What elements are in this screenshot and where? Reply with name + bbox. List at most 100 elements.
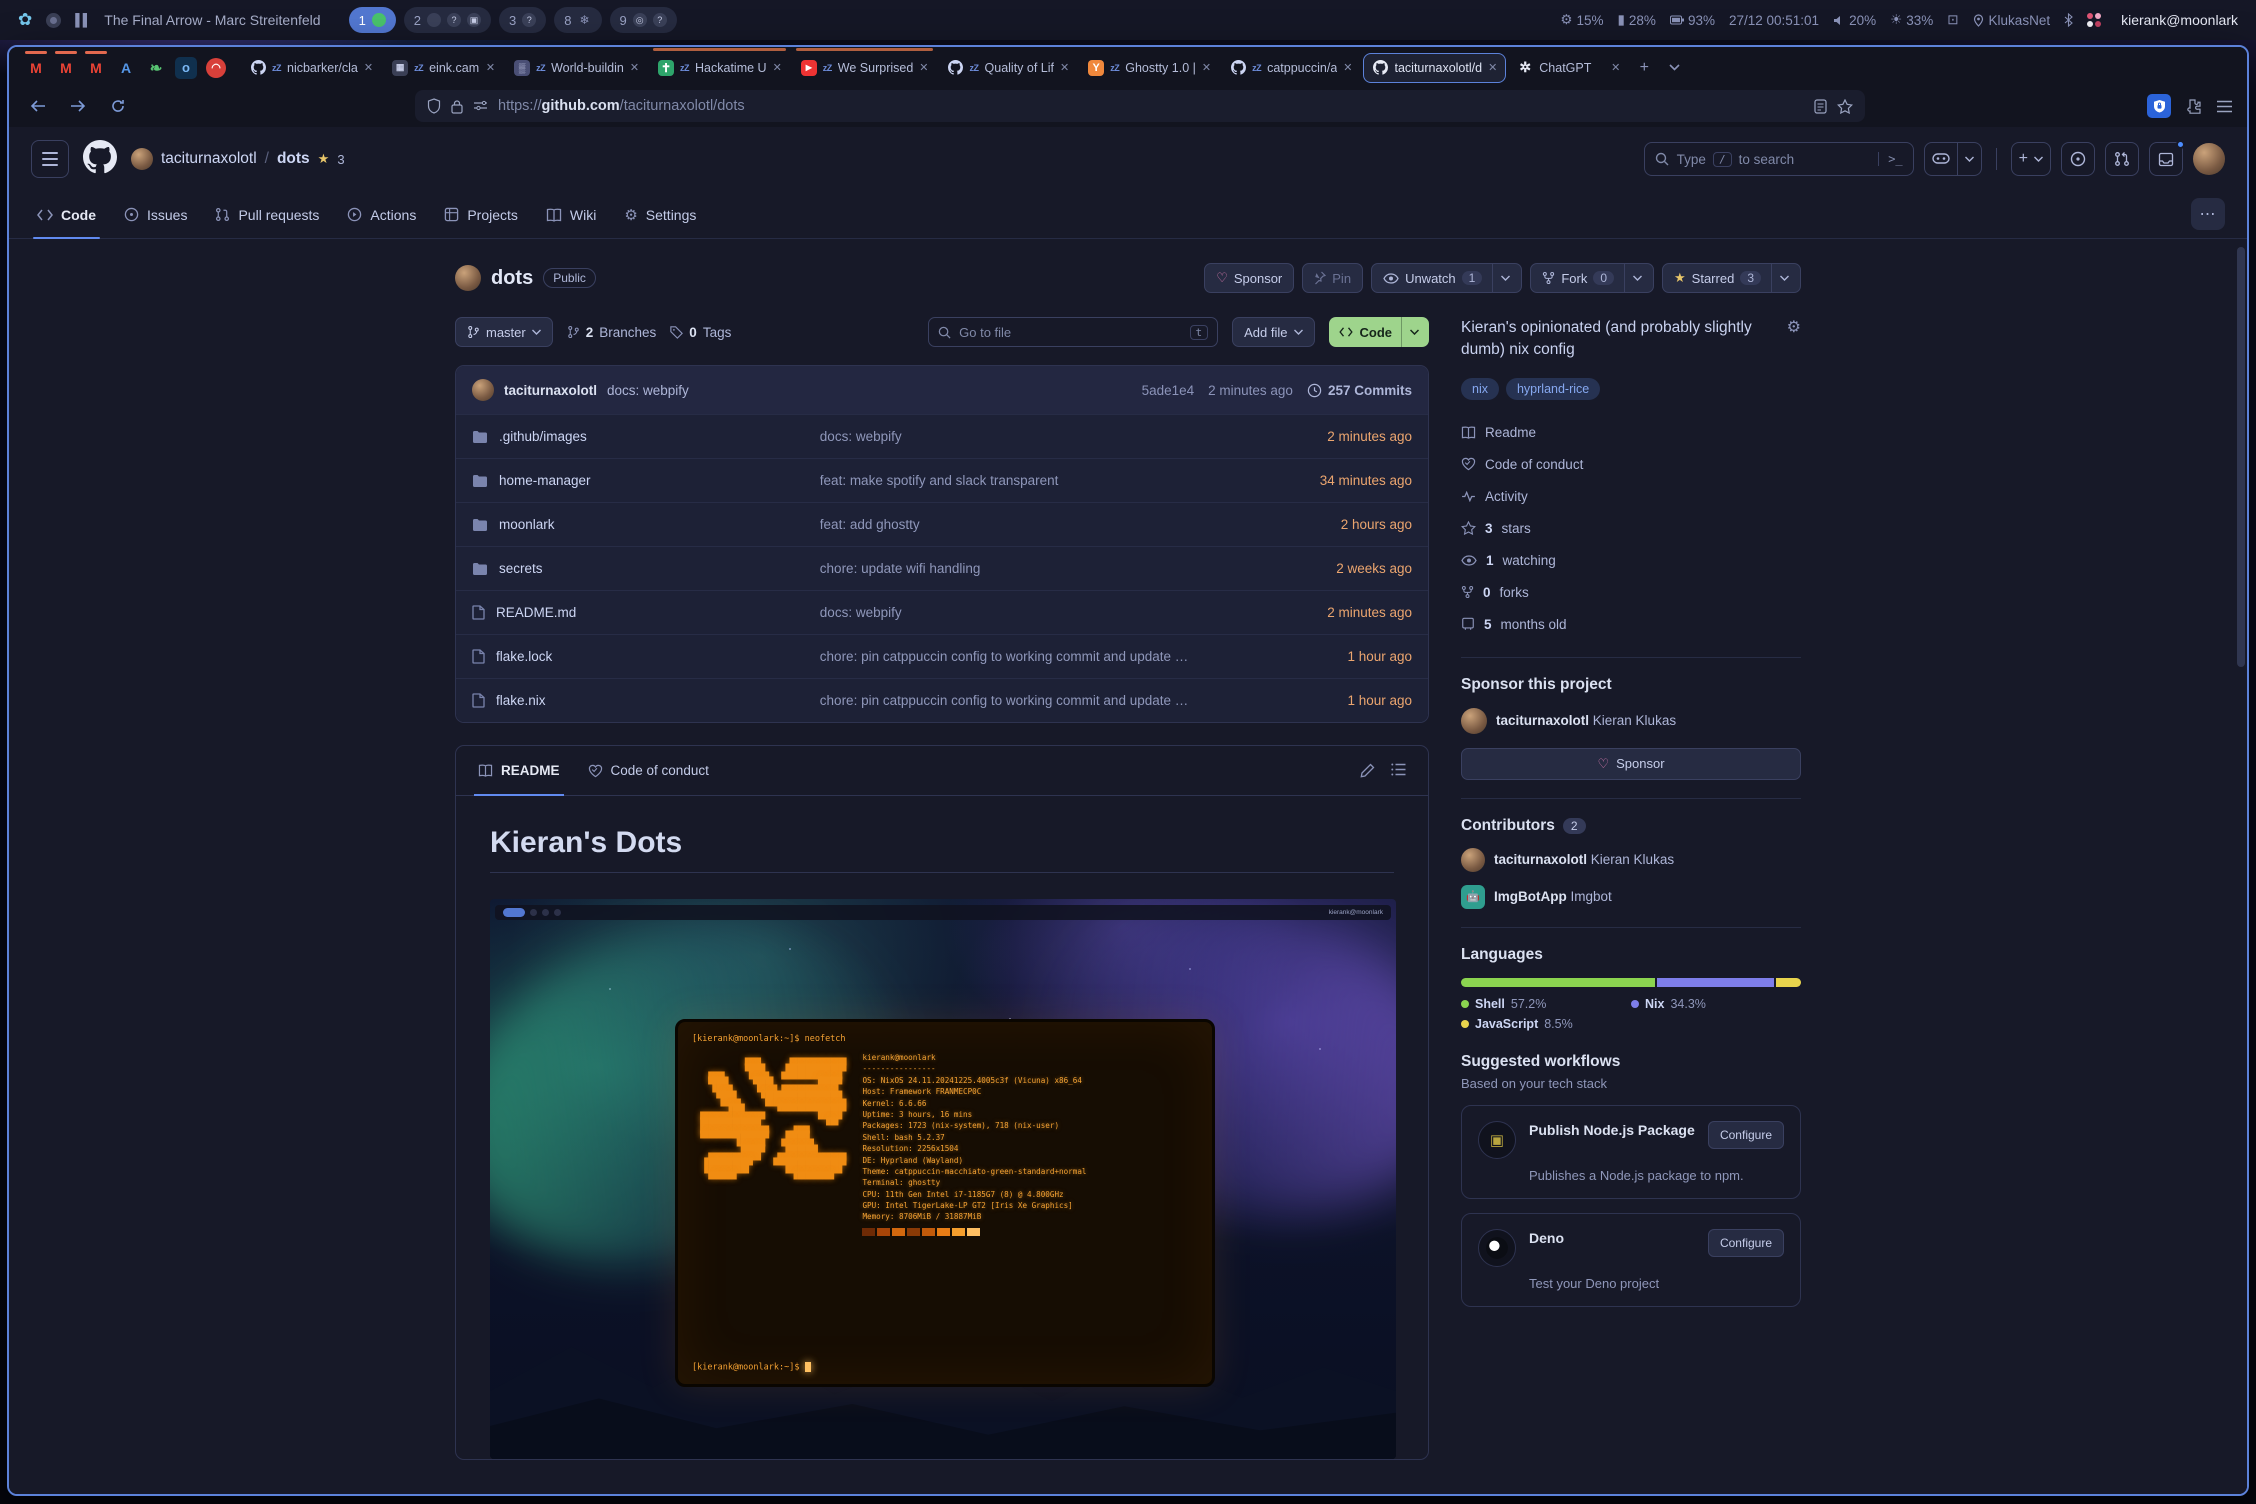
browser-tab-hn[interactable]: Y zZ Ghostty 1.0 | ✕ — [1079, 53, 1219, 83]
code-button[interactable]: Code — [1329, 317, 1430, 347]
copilot-icon[interactable] — [1924, 142, 1958, 176]
tab-wiki[interactable]: Wiki — [534, 191, 608, 238]
tab-close-icon[interactable]: ✕ — [364, 61, 373, 74]
commit-author[interactable]: taciturnaxolotl — [504, 383, 597, 398]
workspace-1[interactable]: 1 — [349, 7, 396, 33]
bluetooth-icon[interactable] — [2064, 13, 2073, 27]
tab-close-icon[interactable]: ✕ — [1202, 61, 1211, 74]
tab-actions[interactable]: Actions — [335, 191, 428, 238]
pinned-tab-outlook[interactable]: o — [173, 55, 199, 81]
tab-issues[interactable]: Issues — [112, 191, 199, 238]
watching-stat[interactable]: 1watching — [1461, 546, 1801, 575]
nav-overflow-button[interactable]: ⋯ — [2191, 198, 2225, 230]
lock-icon[interactable] — [451, 99, 463, 114]
file-row[interactable]: flake.nix chore: pin catppuccin config t… — [456, 678, 1428, 722]
owner-avatar[interactable] — [131, 148, 153, 170]
reload-button[interactable] — [103, 91, 133, 121]
copilot-button[interactable] — [1924, 142, 1982, 176]
browser-tab-worldbuilding[interactable]: ▒ zZ World-buildin ✕ — [505, 53, 647, 83]
pinned-tab-gmail-3[interactable]: M — [83, 55, 109, 81]
activity-link[interactable]: Activity — [1461, 482, 1801, 511]
back-button[interactable] — [23, 91, 53, 121]
outline-list-icon[interactable] — [1391, 763, 1406, 776]
github-logo[interactable] — [83, 140, 117, 179]
tab-close-icon[interactable]: ✕ — [1488, 61, 1497, 74]
code-of-conduct-link[interactable]: Code of conduct — [1461, 450, 1801, 479]
tab-code[interactable]: Code — [25, 191, 108, 238]
copilot-menu-caret[interactable] — [1958, 142, 1982, 176]
commit-history-link[interactable]: 257 Commits — [1307, 383, 1412, 398]
workspace-8[interactable]: 8 ❄ — [554, 7, 601, 33]
commit-message[interactable]: docs: webpify — [607, 383, 689, 398]
pinned-tab-red[interactable]: ◠ — [203, 55, 229, 81]
code-caret[interactable] — [1401, 317, 1419, 347]
tab-close-icon[interactable]: ✕ — [630, 61, 639, 74]
configure-button[interactable]: Configure — [1708, 1229, 1784, 1257]
stars-stat[interactable]: 3stars — [1461, 514, 1801, 543]
tab-readme[interactable]: README — [464, 746, 574, 795]
tab-list-button[interactable] — [1660, 54, 1688, 82]
topic-tag[interactable]: hyprland-rice — [1506, 378, 1600, 400]
sponsor-button[interactable]: ♡Sponsor — [1204, 263, 1294, 293]
browser-tab-catppuccin[interactable]: zZ catppuccin/a ✕ — [1221, 53, 1360, 83]
contributor-row[interactable]: 🤖 ImgBotApp Imgbot — [1461, 885, 1801, 909]
pinned-tab-leaf[interactable]: ❧ — [143, 55, 169, 81]
global-search[interactable]: Type/to search >_ — [1644, 142, 1914, 176]
browser-tab-active-dots[interactable]: taciturnaxolotl/d ✕ — [1363, 53, 1507, 83]
file-row[interactable]: flake.lock chore: pin catppuccin config … — [456, 634, 1428, 678]
reader-mode-icon[interactable] — [1814, 99, 1827, 114]
new-tab-button[interactable]: + — [1630, 54, 1658, 82]
tab-close-icon[interactable]: ✕ — [486, 61, 495, 74]
browser-tab-nicbarker[interactable]: zZ nicbarker/cla ✕ — [241, 53, 381, 83]
pause-icon[interactable]: ▌▌ — [75, 13, 90, 27]
branches-link[interactable]: 2Branches — [567, 325, 657, 340]
tab-pull-requests[interactable]: Pull requests — [203, 191, 331, 238]
command-palette-icon[interactable]: >_ — [1878, 152, 1902, 166]
language-item[interactable]: JavaScript8.5% — [1461, 1017, 1631, 1031]
url-text[interactable]: https://github.com/taciturnaxolotl/dots — [498, 98, 1804, 114]
contributors-heading[interactable]: Contributors — [1461, 817, 1555, 835]
tab-close-icon[interactable]: ✕ — [1343, 61, 1352, 74]
tab-projects[interactable]: Projects — [432, 191, 530, 238]
configure-button[interactable]: Configure — [1708, 1121, 1784, 1149]
bookmark-star-icon[interactable] — [1837, 99, 1853, 114]
edit-pencil-icon[interactable] — [1360, 763, 1375, 778]
tags-link[interactable]: 0Tags — [670, 325, 731, 340]
repo-owner-avatar[interactable] — [455, 265, 481, 291]
tab-close-icon[interactable]: ✕ — [1060, 61, 1069, 74]
pinned-tab-gmail-1[interactable]: M — [23, 55, 49, 81]
language-item[interactable]: Shell57.2% — [1461, 997, 1631, 1011]
forward-button[interactable] — [63, 91, 93, 121]
file-row[interactable]: README.md docs: webpify 2 minutes ago — [456, 590, 1428, 634]
file-row[interactable]: home-manager feat: make spotify and slac… — [456, 458, 1428, 502]
nix-launcher-icon[interactable]: ✿ — [18, 10, 32, 30]
create-new-button[interactable]: + — [2011, 142, 2051, 176]
contributor-row[interactable]: taciturnaxolotl Kieran Klukas — [1461, 848, 1801, 872]
breadcrumb-owner[interactable]: taciturnaxolotl — [161, 150, 257, 168]
commit-author-avatar[interactable] — [472, 379, 494, 401]
browser-tab-hackatime[interactable]: ✝ zZ Hackatime U ✕ — [649, 53, 790, 83]
pinned-tab-a[interactable]: A — [113, 55, 139, 81]
address-bar[interactable]: https://github.com/taciturnaxolotl/dots — [415, 90, 1865, 122]
pin-button[interactable]: Pin — [1302, 263, 1363, 293]
file-row[interactable]: moonlark feat: add ghostty 2 hours ago — [456, 502, 1428, 546]
tray-app-icon[interactable] — [2087, 13, 2101, 27]
tab-close-icon[interactable]: ✕ — [1611, 61, 1620, 74]
permissions-icon[interactable] — [473, 100, 488, 112]
language-item[interactable]: Nix34.3% — [1631, 997, 1801, 1011]
browser-tab-youtube[interactable]: ▶ zZ We Surprised ✕ — [792, 53, 937, 83]
pinned-tab-gmail-2[interactable]: M — [53, 55, 79, 81]
extensions-puzzle-icon[interactable] — [2185, 98, 2202, 115]
network-indicator[interactable]: KlukasNet — [1973, 13, 2051, 28]
fork-button[interactable]: Fork0 — [1530, 263, 1654, 293]
watch-caret[interactable] — [1492, 264, 1510, 292]
issues-button[interactable] — [2061, 142, 2095, 176]
commit-sha[interactable]: 5ade1e4 — [1142, 383, 1195, 398]
workspace-3[interactable]: 3 ? — [499, 7, 546, 33]
watch-button[interactable]: Unwatch1 — [1371, 263, 1522, 293]
bitwarden-extension-icon[interactable] — [2147, 94, 2171, 118]
tracking-shield-icon[interactable] — [427, 98, 441, 114]
breadcrumb-repo[interactable]: dots — [277, 150, 310, 168]
workspace-9[interactable]: 9 ◎ ? — [610, 7, 677, 33]
readme-link[interactable]: Readme — [1461, 418, 1801, 447]
